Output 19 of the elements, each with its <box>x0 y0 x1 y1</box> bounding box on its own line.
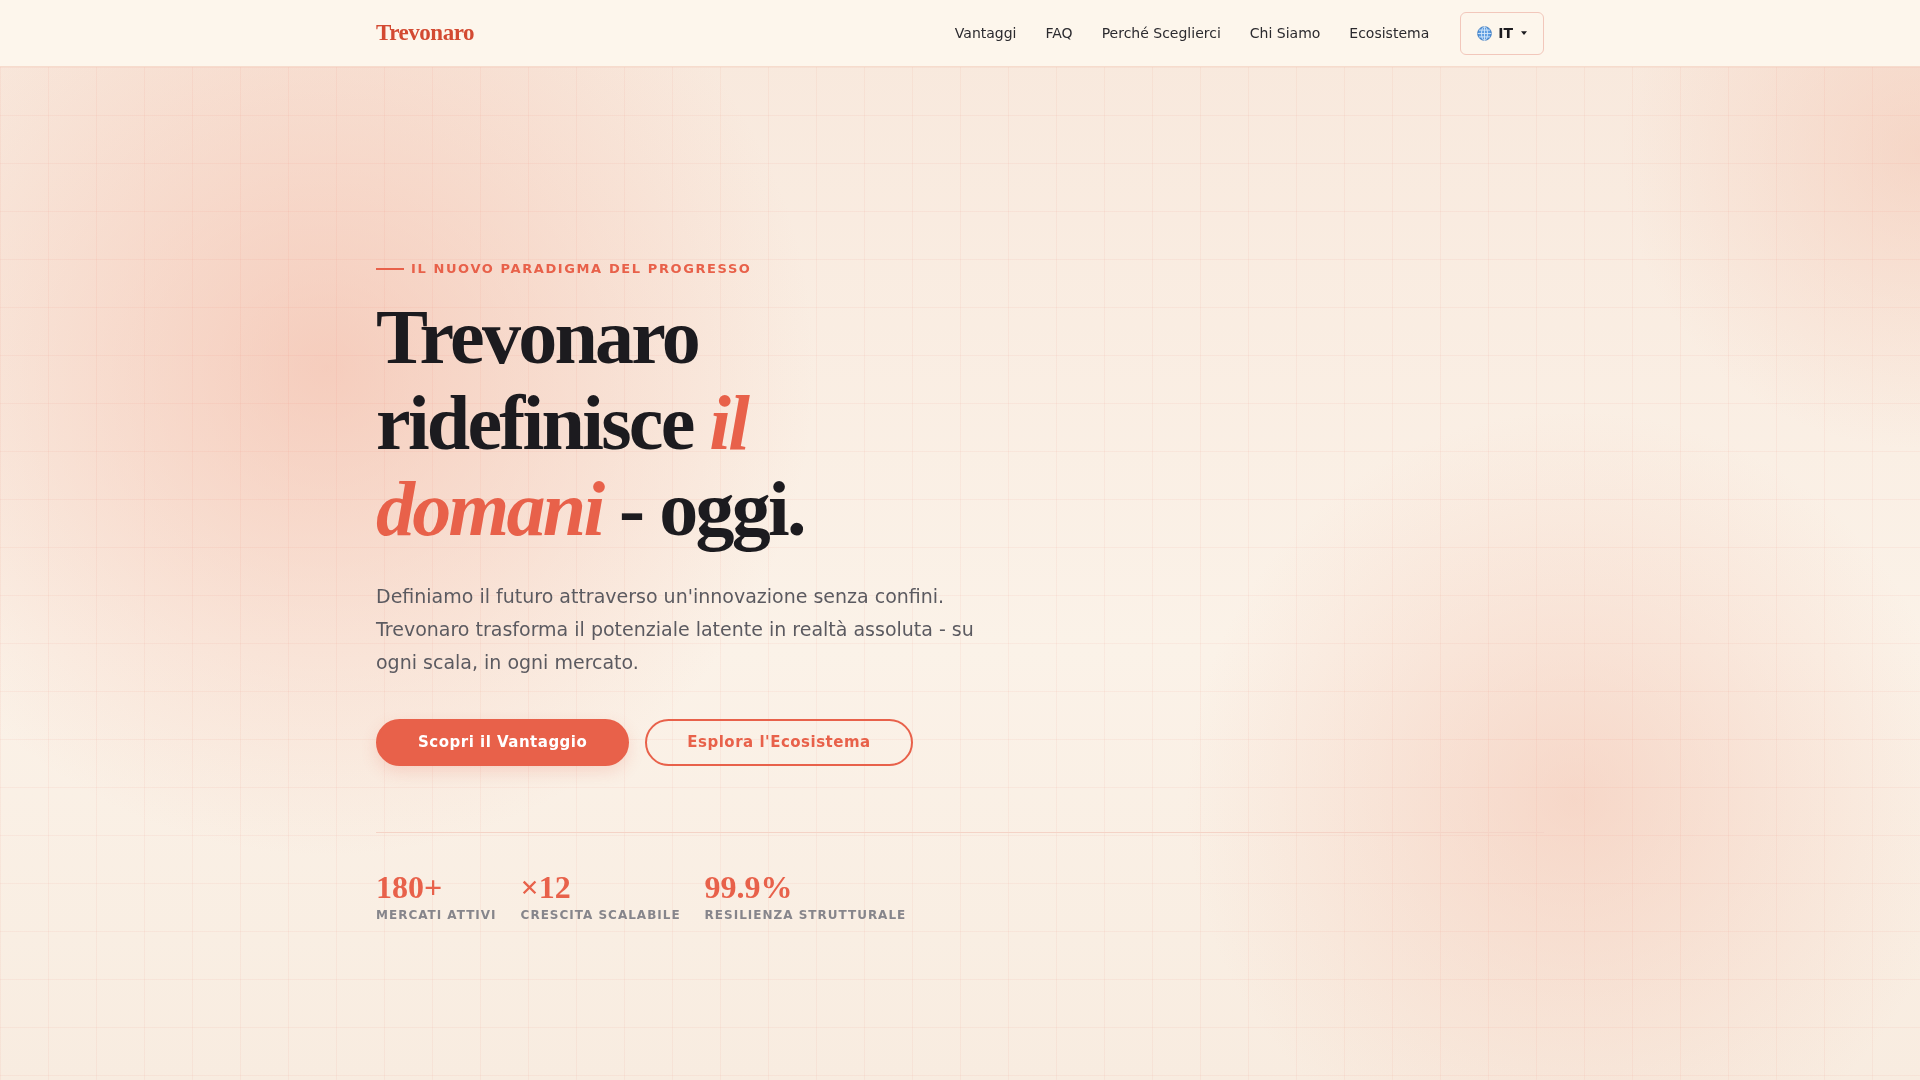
stat-label: CRESCITA SCALABILE <box>520 908 681 923</box>
accent-line <box>376 267 404 270</box>
nav-link[interactable]: Vantaggi <box>954 25 1017 41</box>
globe-icon <box>1477 25 1493 41</box>
stat-value: ×12 <box>520 870 572 905</box>
hero-heading: Trevonaro ridefinisce il domani - oggi. <box>376 294 805 552</box>
caret-icon <box>1521 31 1527 35</box>
eyebrow-text: IL NUOVO PARADIGMA DEL PROGRESSO <box>411 260 752 277</box>
nav-link[interactable]: Chi Siamo <box>1249 25 1321 41</box>
logo[interactable]: Trevonaro <box>376 20 475 46</box>
stat-value: 180+ <box>376 870 444 905</box>
nav-link[interactable]: Perché Sceglierci <box>1101 25 1221 41</box>
language-button[interactable]: IT <box>1460 11 1544 55</box>
stat-value: 99.9% <box>704 870 794 905</box>
nav-link[interactable]: FAQ <box>1045 25 1073 41</box>
stat-label: RESILIENZA STRUTTURALE <box>704 908 907 923</box>
stat-label: MERCATI ATTIVI <box>376 908 497 923</box>
nav-link[interactable]: Ecosistema <box>1349 25 1430 41</box>
hero-description: Definiamo il futuro attraverso un'innovazione senza confini. Trevonaro trasforma il potenziale latente in realtà assoluta - su ogni scala, in ogni mercato. <box>376 584 975 675</box>
